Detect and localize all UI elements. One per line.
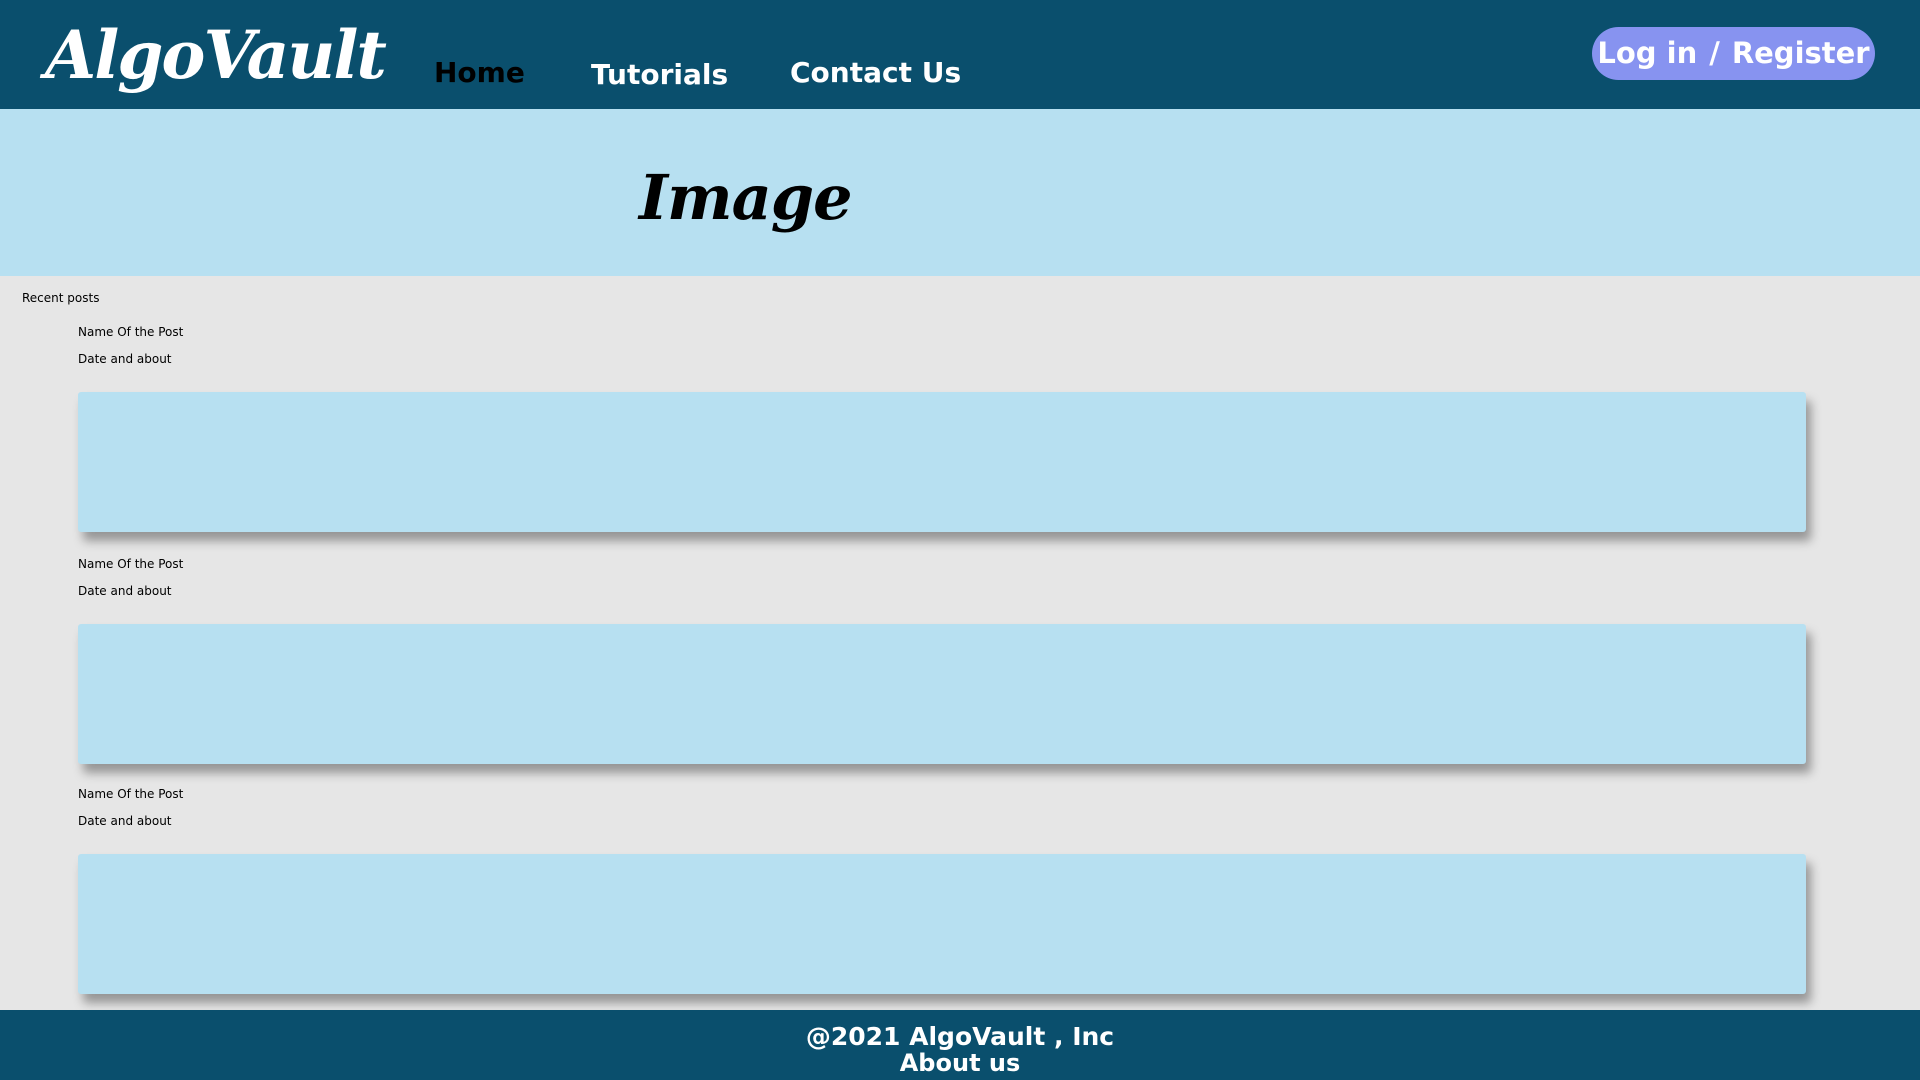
- login-link[interactable]: Log in: [1597, 39, 1697, 68]
- post-meta: Date and about: [78, 814, 172, 828]
- post-title[interactable]: Name Of the Post: [78, 558, 183, 570]
- footer-copyright: @2021 AlgoVault , Inc: [805, 1022, 1115, 1051]
- auth-separator: /: [1709, 36, 1720, 70]
- site-logo[interactable]: AlgoVault: [45, 22, 387, 88]
- banner-title: Image: [639, 161, 853, 234]
- post-card[interactable]: [78, 854, 1806, 994]
- auth-pill: Log in / Register: [1592, 27, 1875, 80]
- post-meta: Date and about: [78, 352, 172, 366]
- nav-tutorials[interactable]: Tutorials: [591, 61, 728, 89]
- hero-banner: Image: [0, 109, 1920, 276]
- footer-about: About us: [0, 1051, 1920, 1075]
- nav-contact-us[interactable]: Contact Us: [790, 59, 961, 87]
- register-link[interactable]: Register: [1732, 39, 1870, 68]
- post-title[interactable]: Name Of the Post: [78, 326, 183, 338]
- post-meta: Date and about: [78, 584, 172, 598]
- post-title[interactable]: Name Of the Post: [78, 788, 183, 800]
- about-us-link[interactable]: About us: [900, 1049, 1021, 1077]
- site-header: AlgoVault Home Tutorials Contact Us Log …: [0, 0, 1920, 109]
- post-card[interactable]: [78, 624, 1806, 764]
- recent-posts-heading: Recent posts: [22, 291, 100, 305]
- post-card[interactable]: [78, 392, 1806, 532]
- nav-home[interactable]: Home: [434, 59, 525, 87]
- site-footer: @2021 AlgoVault , Inc About us: [0, 1010, 1920, 1080]
